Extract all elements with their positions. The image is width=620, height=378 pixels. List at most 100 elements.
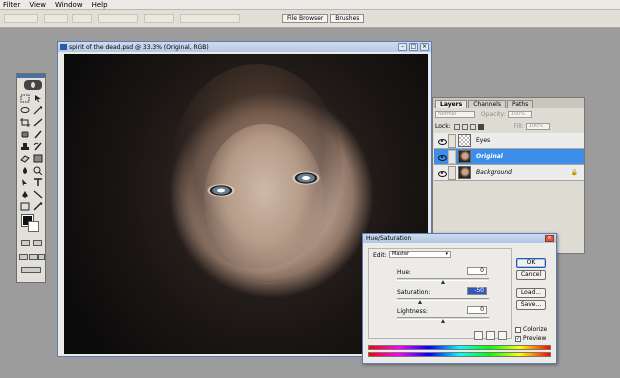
standard-screen-mode-icon[interactable] <box>19 254 28 260</box>
standard-mode-icon[interactable] <box>21 240 30 246</box>
colorize-checkbox-box[interactable] <box>515 326 521 333</box>
tab-layers[interactable]: Layers <box>435 100 468 108</box>
minimize-button[interactable]: – <box>398 43 407 51</box>
hue-value-field[interactable]: 0 <box>467 267 487 275</box>
tab-channels[interactable]: Channels <box>468 100 506 108</box>
edit-select[interactable]: Master ▾ <box>389 251 451 258</box>
eyedropper-minus-icon[interactable] <box>498 331 507 340</box>
options-field[interactable] <box>98 14 138 23</box>
colorize-label: Colorize <box>523 326 548 333</box>
full-screen-menu-mode-icon[interactable] <box>29 254 38 260</box>
eraser-tool-icon[interactable] <box>20 154 30 163</box>
palette-well: File Browser Brushes <box>282 14 366 23</box>
lock-all-icon[interactable] <box>477 123 484 130</box>
hue-slider-thumb[interactable] <box>441 280 445 284</box>
menu-view[interactable]: View <box>29 1 46 9</box>
menu-filter[interactable]: Filter <box>3 1 20 9</box>
notes-tool-icon[interactable] <box>20 202 30 211</box>
quick-mask-mode-icon[interactable] <box>33 240 42 246</box>
ok-button[interactable]: OK <box>516 258 546 268</box>
preview-checkbox[interactable]: ✓ Preview <box>515 335 546 342</box>
document-title-bar[interactable]: spirit of the dead.psd @ 33.3% (Original… <box>58 42 431 52</box>
type-tool-icon[interactable] <box>33 178 43 187</box>
menu-help[interactable]: Help <box>92 1 108 9</box>
slice-tool-icon[interactable] <box>33 118 43 127</box>
brush-tool-icon[interactable] <box>33 130 43 139</box>
save-button[interactable]: Save... <box>516 300 546 310</box>
preview-label: Preview <box>523 335 547 342</box>
layer-row-original[interactable]: Original <box>434 149 584 165</box>
document-title: spirit of the dead.psd @ 33.3% (Original… <box>69 43 209 51</box>
dialog-close-button[interactable]: × <box>545 235 554 242</box>
magic-wand-tool-icon[interactable] <box>33 106 43 115</box>
lock-transparency-icon[interactable] <box>453 123 460 130</box>
lasso-tool-icon[interactable] <box>20 106 30 115</box>
maximize-button[interactable]: □ <box>409 43 418 51</box>
lock-image-icon[interactable] <box>461 123 468 130</box>
dialog-title-bar[interactable]: Hue/Saturation × <box>363 234 556 243</box>
options-field[interactable] <box>144 14 174 23</box>
saturation-value-field[interactable]: -50 <box>467 287 487 295</box>
layer-row-eyes[interactable]: Eyes <box>434 133 584 149</box>
gradient-tool-icon[interactable] <box>33 154 43 163</box>
input-spectrum-bar <box>368 345 551 350</box>
visibility-eye-icon[interactable] <box>437 138 447 145</box>
left-eye-shape <box>207 184 235 197</box>
lock-position-icon[interactable] <box>469 123 476 130</box>
visibility-eye-icon[interactable] <box>437 170 447 177</box>
palette-well-brushes[interactable]: Brushes <box>330 14 365 23</box>
layer-link-box[interactable] <box>448 165 456 180</box>
lock-label: Lock: <box>435 123 451 130</box>
jump-to-imageready-icon[interactable] <box>21 267 41 273</box>
toolbox-title-bar[interactable] <box>17 74 45 78</box>
full-screen-mode-icon[interactable] <box>38 254 45 260</box>
load-button[interactable]: Load... <box>516 288 546 298</box>
saturation-slider[interactable] <box>397 298 489 301</box>
options-field[interactable] <box>72 14 92 23</box>
layer-name: Original <box>476 153 503 160</box>
options-field[interactable] <box>180 14 240 23</box>
options-field[interactable] <box>4 14 38 23</box>
visibility-eye-icon[interactable] <box>437 154 447 161</box>
line-tool-icon[interactable] <box>33 190 43 199</box>
layer-row-background[interactable]: Background 🔒 <box>434 165 584 181</box>
healing-brush-tool-icon[interactable] <box>20 130 30 139</box>
dodge-tool-icon[interactable] <box>33 166 43 175</box>
layer-thumbnail <box>458 134 471 147</box>
menu-window[interactable]: Window <box>55 1 83 9</box>
blur-tool-icon[interactable] <box>20 166 30 175</box>
path-selection-tool-icon[interactable] <box>20 178 30 187</box>
layer-name: Background <box>476 169 512 176</box>
layers-palette-tabs: Layers Channels Paths <box>433 98 584 108</box>
history-brush-tool-icon[interactable] <box>33 142 43 151</box>
background-color-swatch[interactable] <box>28 221 39 232</box>
lightness-value-field[interactable]: 0 <box>467 306 487 314</box>
eyedropper-tool-icon[interactable] <box>33 202 43 211</box>
move-tool-icon[interactable] <box>33 94 43 103</box>
crop-tool-icon[interactable] <box>20 118 30 127</box>
layer-thumbnail <box>458 150 471 163</box>
blend-mode-select[interactable]: Normal <box>435 111 475 118</box>
saturation-slider-thumb[interactable] <box>418 300 422 304</box>
close-button[interactable]: × <box>420 43 429 51</box>
palette-well-file-browser[interactable]: File Browser <box>282 14 329 23</box>
preview-checkbox-box[interactable]: ✓ <box>515 335 521 342</box>
dialog-title: Hue/Saturation <box>366 235 412 242</box>
colorize-checkbox[interactable]: Colorize <box>515 326 547 333</box>
tab-paths[interactable]: Paths <box>506 100 534 108</box>
output-spectrum-bar <box>368 352 551 357</box>
cancel-button[interactable]: Cancel <box>516 270 546 280</box>
opacity-field[interactable]: 100% <box>507 111 532 118</box>
fill-field[interactable]: 100% <box>525 123 550 130</box>
lightness-slider-thumb[interactable] <box>441 319 445 323</box>
clone-stamp-tool-icon[interactable] <box>20 142 30 151</box>
brush-indicator-icon[interactable] <box>448 149 456 164</box>
layer-link-box[interactable] <box>448 133 456 148</box>
options-field[interactable] <box>44 14 68 23</box>
photoshop-logo-icon[interactable] <box>24 80 42 90</box>
pen-tool-icon[interactable] <box>20 190 30 199</box>
eyedropper-icon[interactable] <box>474 331 483 340</box>
marquee-tool-icon[interactable] <box>20 94 30 103</box>
eyedropper-plus-icon[interactable] <box>486 331 495 340</box>
hue-saturation-dialog: Hue/Saturation × Edit: Master ▾ Hue: 0 Sa… <box>362 233 557 364</box>
